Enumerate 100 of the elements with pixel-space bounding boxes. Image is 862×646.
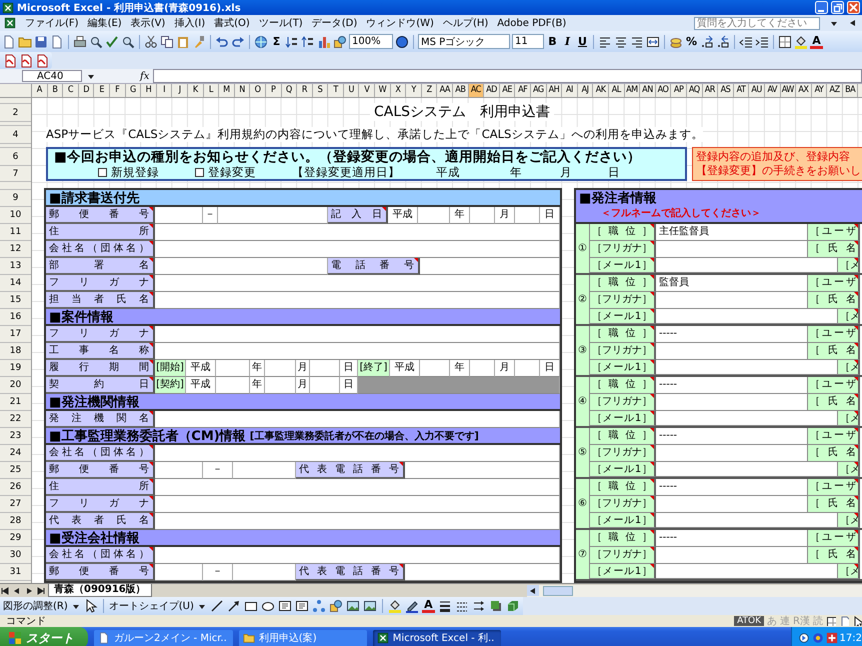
font-color-button[interactable]: A xyxy=(810,34,823,48)
outdent-icon[interactable] xyxy=(739,34,753,48)
arrow-icon[interactable] xyxy=(226,599,241,613)
row-header[interactable]: 31 xyxy=(0,564,31,581)
merge-center-icon[interactable] xyxy=(646,34,660,48)
arrow-style-icon[interactable] xyxy=(472,599,486,613)
row-header[interactable]: 29 xyxy=(0,530,31,547)
column-header[interactable]: AG xyxy=(531,84,547,97)
menu-item[interactable]: 表示(V) xyxy=(130,16,166,30)
draw-menu[interactable]: 図形の調整(R) xyxy=(3,599,68,613)
column-header[interactable]: Y xyxy=(406,84,422,97)
shield-icon[interactable] xyxy=(826,632,838,644)
name-box[interactable]: AC40 xyxy=(22,70,82,82)
column-header[interactable]: R xyxy=(297,84,313,97)
row-header[interactable]: 2 xyxy=(0,104,31,122)
column-header[interactable]: AS xyxy=(718,84,734,97)
redo-icon[interactable] xyxy=(231,34,245,48)
row-header[interactable]: 15 xyxy=(0,292,31,309)
row-header[interactable]: 4 xyxy=(0,126,31,144)
column-header[interactable]: AX xyxy=(796,84,812,97)
first-sheet-icon[interactable] xyxy=(0,586,10,596)
cut-icon[interactable] xyxy=(144,34,158,48)
menu-item[interactable]: ウィンドウ(W) xyxy=(366,16,434,30)
column-header[interactable]: D xyxy=(78,84,94,97)
menu-item[interactable]: ヘルプ(H) xyxy=(442,16,488,30)
column-header[interactable]: AA xyxy=(437,84,454,97)
row-header[interactable]: 9 xyxy=(0,190,31,207)
formula-field[interactable] xyxy=(153,69,862,83)
column-header[interactable]: T xyxy=(328,84,344,97)
bold-button[interactable]: B xyxy=(546,35,559,48)
function-button[interactable]: fx xyxy=(140,70,150,82)
column-header[interactable]: J xyxy=(172,84,188,97)
column-header[interactable]: AN xyxy=(640,84,656,97)
column-header[interactable]: V xyxy=(359,84,376,97)
help-search-field[interactable]: 質問を入力してください xyxy=(694,16,820,30)
help-icon[interactable] xyxy=(395,34,409,48)
column-header[interactable]: U xyxy=(344,84,360,97)
row-header[interactable]: 23 xyxy=(0,428,31,445)
empty-cell[interactable] xyxy=(470,207,495,224)
column-header[interactable]: AI xyxy=(562,84,578,97)
sort-ascending-icon[interactable] xyxy=(285,34,299,48)
sort-descending-icon[interactable] xyxy=(301,34,315,48)
row-header[interactable]: 22 xyxy=(0,411,31,428)
column-header[interactable]: BA xyxy=(842,84,858,97)
column-header[interactable]: A xyxy=(32,84,48,97)
align-left-icon[interactable] xyxy=(598,34,612,48)
row-header[interactable]: 12 xyxy=(0,241,31,258)
shadow-icon[interactable] xyxy=(488,599,503,613)
horizontal-scrollbar[interactable] xyxy=(527,584,862,596)
column-header[interactable]: AH xyxy=(546,84,562,97)
row-header[interactable]: 26 xyxy=(0,479,31,496)
column-header[interactable]: G xyxy=(126,84,142,97)
restore-button[interactable] xyxy=(831,1,844,14)
column-header[interactable]: AP xyxy=(671,84,687,97)
row-header[interactable]: 20 xyxy=(0,377,31,394)
start-button[interactable]: スタート xyxy=(0,627,88,646)
row-header[interactable]: 11 xyxy=(0,224,31,241)
fill-color-icon[interactable] xyxy=(794,34,808,48)
column-header[interactable]: AD xyxy=(484,84,500,97)
folder-icon[interactable] xyxy=(18,34,32,48)
row-header[interactable]: 14 xyxy=(0,275,31,292)
row-header[interactable]: 16 xyxy=(0,309,31,326)
column-header[interactable]: AL xyxy=(608,84,625,97)
column-header[interactable]: C xyxy=(63,84,79,97)
line-icon[interactable] xyxy=(210,599,224,613)
column-header[interactable]: K xyxy=(188,84,204,97)
column-header[interactable]: AT xyxy=(734,84,750,97)
chart-icon[interactable] xyxy=(317,34,331,48)
row-header[interactable]: 21 xyxy=(0,394,31,411)
new-file-icon[interactable] xyxy=(2,34,16,48)
borders-icon[interactable] xyxy=(778,34,792,48)
column-header[interactable]: N xyxy=(234,84,250,97)
column-header[interactable]: AK xyxy=(593,84,609,97)
sheet-tab[interactable]: 青森（090916版） xyxy=(48,584,152,597)
column-header[interactable]: B xyxy=(48,84,64,97)
hyperlink-icon[interactable] xyxy=(254,34,268,48)
menu-item[interactable]: ツール(T) xyxy=(258,16,303,30)
print-preview-icon[interactable] xyxy=(89,34,103,48)
row-header[interactable]: 10 xyxy=(0,207,31,224)
printer-icon[interactable] xyxy=(73,34,87,48)
minimize-button[interactable] xyxy=(815,1,828,14)
column-header[interactable]: H xyxy=(141,84,157,97)
empty-cell[interactable] xyxy=(216,360,250,377)
increase-decimal-icon[interactable] xyxy=(700,34,714,48)
select-pointer-icon[interactable] xyxy=(84,599,98,613)
diagram-icon[interactable] xyxy=(312,599,326,613)
column-header[interactable]: X xyxy=(390,84,406,97)
fill-color-icon[interactable] xyxy=(388,599,402,613)
column-header[interactable]: AZ xyxy=(827,84,843,97)
column-header[interactable]: AQ xyxy=(686,84,703,97)
empty-cell[interactable] xyxy=(515,207,540,224)
italic-button[interactable]: I xyxy=(561,35,574,48)
column-header[interactable]: F xyxy=(110,84,126,97)
image-icon[interactable] xyxy=(346,599,360,613)
row-header[interactable]: 27 xyxy=(0,496,31,513)
align-center-icon[interactable] xyxy=(614,34,628,48)
column-header[interactable]: AO xyxy=(656,84,672,97)
column-header[interactable]: Z xyxy=(422,84,438,97)
autoshapes-menu[interactable]: オートシェイプ(U) xyxy=(108,599,194,613)
row-header[interactable]: 18 xyxy=(0,343,31,360)
